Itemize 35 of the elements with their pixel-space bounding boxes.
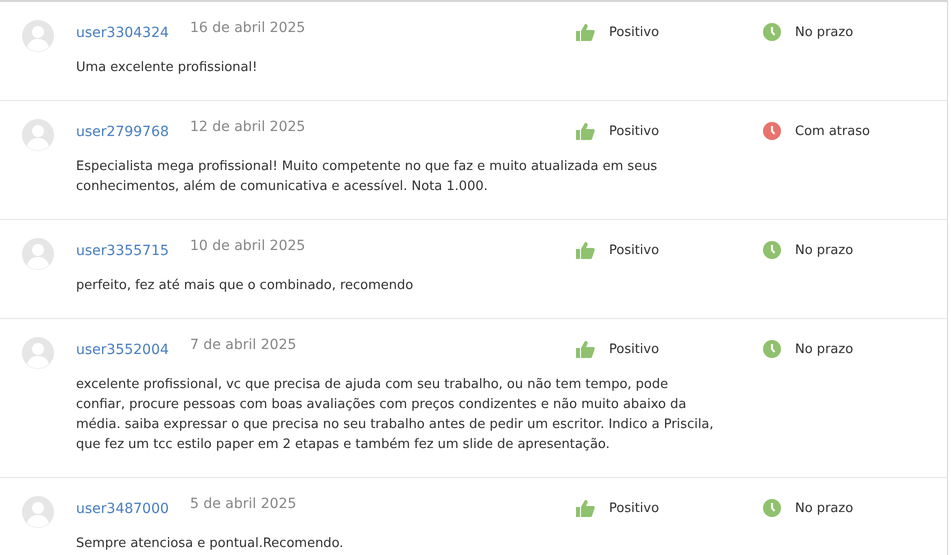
thumbs-up-icon [576,122,595,140]
rating-label: Positivo [609,242,660,258]
rating-label: Positivo [609,342,660,356]
username-link[interactable]: user3304324 [76,25,190,41]
review-date: 7 de abril 2025 [190,337,298,353]
avatar-icon [22,119,54,151]
deadline-label: No prazo [795,500,854,516]
deadline-label: No prazo [795,24,854,40]
username-link[interactable]: user3487000 [76,501,190,517]
review-text: Uma excelente profissional! [76,59,258,77]
avatar-icon [22,20,54,52]
thumbs-up-icon [576,241,595,259]
deadline-label: No prazo [795,342,854,356]
deadline-label: No prazo [795,242,854,258]
username-link[interactable]: user2799768 [76,124,190,140]
thumbs-up-icon [576,499,595,517]
avatar-icon [22,496,54,528]
rating-label: Positivo [609,500,660,516]
avatar-icon [22,337,54,369]
review-date: 10 de abril 2025 [190,238,306,254]
deadline-label: Com atraso [795,124,870,138]
review-date: 12 de abril 2025 [190,119,306,135]
thumbs-up-icon [576,23,595,41]
review-text: excelente profissional, vc que precisa de ajuda com seu trabalho, ou não tem tempo, pode confiar, procure pessoas com boas avaliações com preços condizentes e não muito abaixo da média. saiba expressar o que precisa no seu trabalho antes de pedir um escritor. Indico a Priscila, que fez um tcc estilo paper em 2 etapas e também fez um slide de apresentação. [76,376,715,454]
username-link[interactable]: user3552004 [76,342,190,358]
review-date: 5 de abril 2025 [190,496,298,512]
rating-label: Positivo [609,124,660,138]
review-text: Especialista mega profissional! Muito competente no que faz e muito atualizada em seus conhecimentos, além de comunicativa e acessível. Nota 1.000. [76,158,658,196]
review-date: 16 de abril 2025 [190,20,306,36]
rating-label: Positivo [609,24,660,40]
thumbs-up-icon [576,340,595,358]
avatar-icon [22,238,54,270]
username-link[interactable]: user3355715 [76,243,190,259]
review-text: perfeito, fez até mais que o combinado, recomendo [76,277,414,295]
review-text: Sempre atenciosa e pontual.Recomendo. [76,535,344,553]
